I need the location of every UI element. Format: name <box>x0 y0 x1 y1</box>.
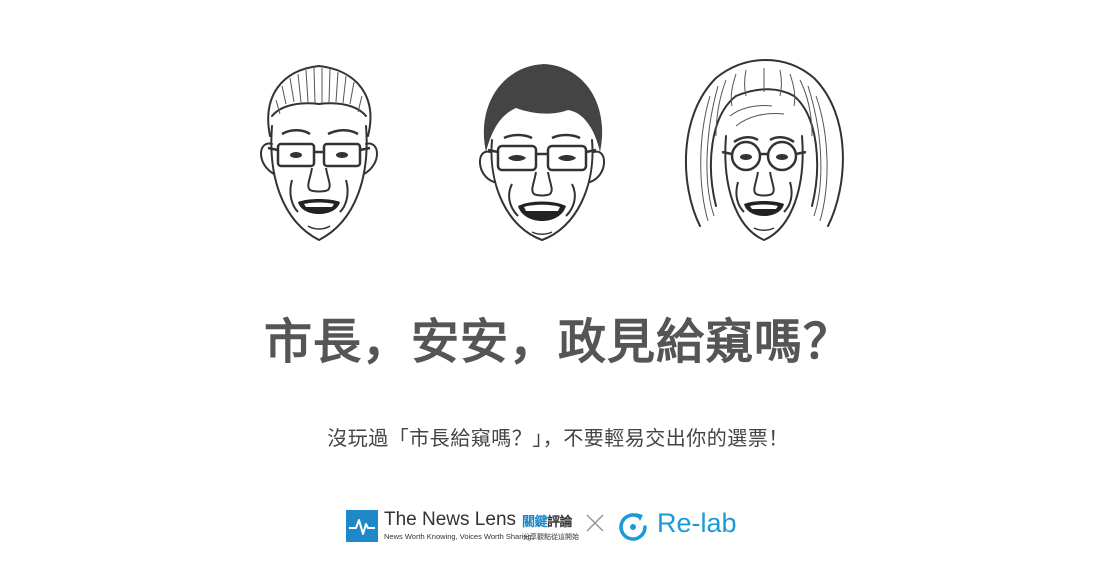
page-subtitle: 沒玩過「市長給窺嗎？」，不要輕易交出你的選票！ <box>327 426 789 450</box>
re-lab-name: Re-lab <box>657 508 737 538</box>
re-lab-refresh-icon <box>619 513 647 541</box>
the-news-lens-name: The News Lens <box>384 509 517 530</box>
the-news-lens-chinese-name-blue: 關鍵 <box>522 515 548 530</box>
the-news-lens-pulse-icon <box>346 510 378 542</box>
the-news-lens-chinese-name: 關鍵評論 <box>522 511 573 530</box>
page-title: 市長，安安，政見給窺嗎？ <box>263 314 852 370</box>
the-news-lens-tagline: News Worth Knowing, Voices Worth Sharing <box>384 532 532 541</box>
candidate-faces <box>0 56 1116 252</box>
candidate-3-face-icon[interactable] <box>676 56 852 246</box>
the-news-lens-logo[interactable]: The News Lens 關鍵評論 News Worth Knowing, V… <box>346 509 579 544</box>
partner-logos: The News Lens 關鍵評論 News Worth Knowing, V… <box>0 500 1116 550</box>
re-lab-logo[interactable]: Re-lab <box>615 506 755 546</box>
candidate-2-face-icon[interactable] <box>472 56 612 246</box>
candidate-1-face-icon[interactable] <box>252 56 386 246</box>
the-news-lens-tagline-chinese: 分享觀點從這開始 <box>523 533 579 541</box>
the-news-lens-chinese-name-dark: 評論 <box>547 515 573 530</box>
partner-separator-icon <box>584 512 606 534</box>
